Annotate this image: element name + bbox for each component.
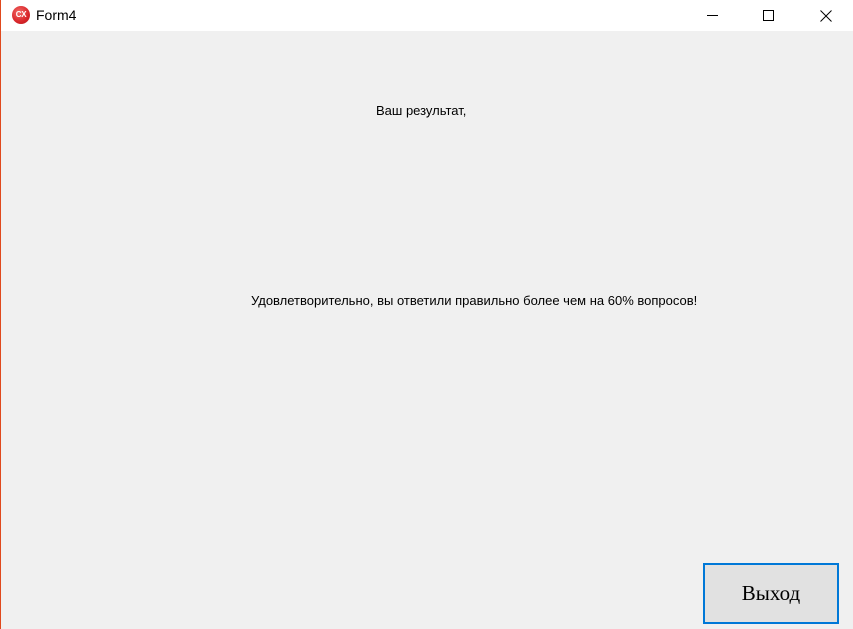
result-label: Ваш результат, — [376, 103, 467, 118]
client-area: Ваш результат, Удовлетворительно, вы отв… — [1, 31, 853, 629]
app-icon[interactable]: CX — [12, 6, 30, 24]
result-message: Удовлетворительно, вы ответили правильно… — [251, 293, 698, 308]
minimize-icon — [706, 10, 718, 21]
title-bar[interactable]: CX Form4 — [1, 0, 853, 31]
exit-button[interactable]: Выход — [703, 563, 839, 624]
form4-window: CX Form4 Ваш результат, Удовлетворительн… — [0, 0, 853, 629]
close-icon — [820, 9, 832, 22]
maximize-button[interactable] — [745, 0, 791, 31]
close-button[interactable] — [803, 0, 849, 31]
window-title: Form4 — [36, 7, 77, 23]
maximize-icon — [762, 10, 774, 21]
minimize-button[interactable] — [689, 0, 735, 31]
